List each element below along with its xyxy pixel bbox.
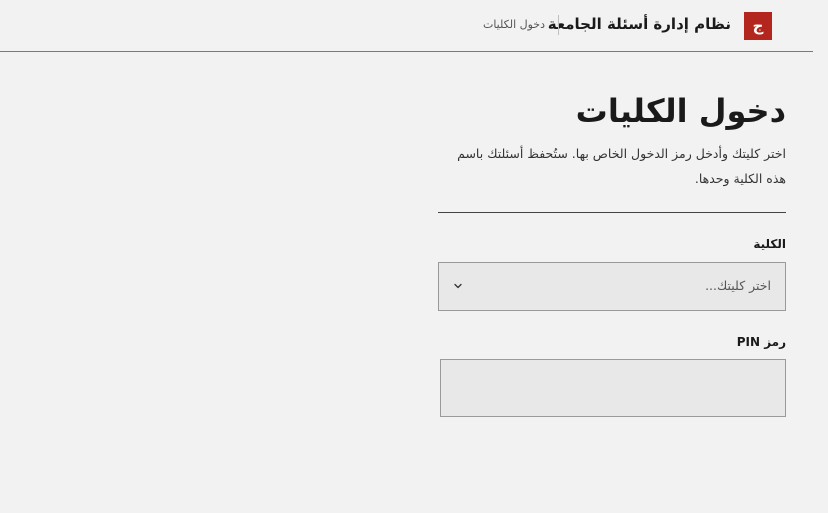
pin-label: رمز PIN xyxy=(736,335,786,349)
pin-input[interactable] xyxy=(440,359,786,417)
page-title: دخول الكليات xyxy=(575,92,786,130)
top-header: ج نظام إدارة أسئلة الجامعة دخول الكليات xyxy=(0,0,813,52)
form-divider xyxy=(438,212,786,213)
chevron-down-icon xyxy=(454,283,462,289)
header-divider xyxy=(558,15,559,35)
page-description: اختر كليتك وأدخل رمز الدخول الخاص بها. س… xyxy=(457,146,786,186)
college-select-placeholder: اختر كليتك... xyxy=(705,278,771,293)
university-logo[interactable]: ج xyxy=(744,12,772,40)
breadcrumb-current[interactable]: دخول الكليات xyxy=(483,17,545,33)
college-select[interactable]: اختر كليتك... xyxy=(438,262,786,311)
login-form: دخول الكليات اختر كليتك وأدخل رمز الدخول… xyxy=(438,51,786,417)
app-title[interactable]: نظام إدارة أسئلة الجامعة xyxy=(548,14,731,34)
college-label: الكلية xyxy=(753,237,786,251)
page: ج نظام إدارة أسئلة الجامعة دخول الكليات … xyxy=(0,0,828,513)
